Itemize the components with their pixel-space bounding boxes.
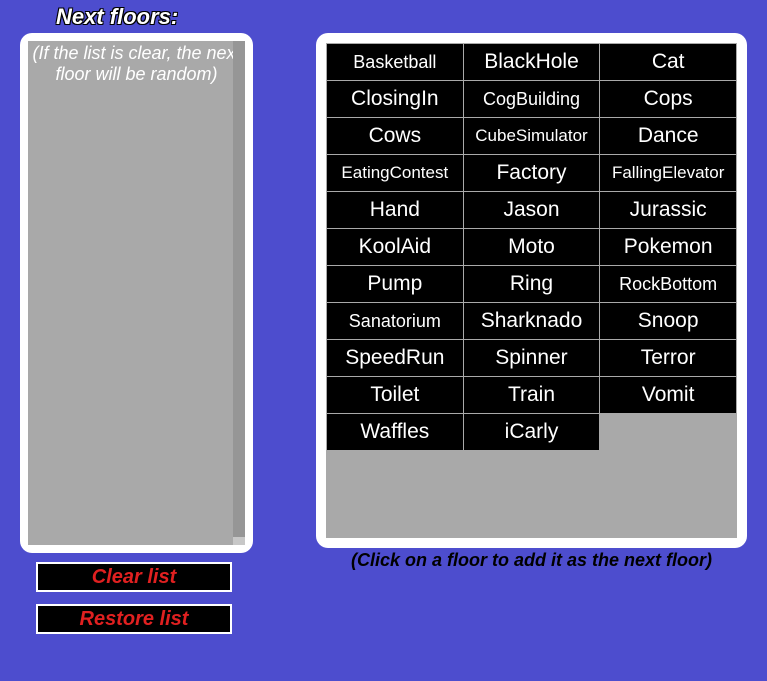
floor-cell[interactable]: ClosingIn [327,81,463,117]
floor-cell[interactable]: Dance [600,118,736,154]
floor-cell[interactable]: KoolAid [327,229,463,265]
floor-cell[interactable]: CogBuilding [464,81,600,117]
next-floors-list: (If the list is clear, the next floor wi… [28,41,245,545]
floor-cell[interactable]: BlackHole [464,44,600,80]
floor-cell[interactable]: Basketball [327,44,463,80]
floor-cell[interactable]: Factory [464,155,600,191]
floor-cell[interactable]: Moto [464,229,600,265]
page-title: Next floors: [56,4,178,30]
floor-cell[interactable]: Vomit [600,377,736,413]
floors-hint: (Click on a floor to add it as the next … [316,550,747,571]
restore-list-button[interactable]: Restore list [36,604,232,634]
floors-container: BasketballBlackHoleCat ClosingInCogBuildi… [326,43,737,538]
floor-cell[interactable]: Hand [327,192,463,228]
floor-cell[interactable]: iCarly [464,414,600,450]
clear-list-button[interactable]: Clear list [36,562,232,592]
floor-cell[interactable]: Pokemon [600,229,736,265]
floors-panel: BasketballBlackHoleCat ClosingInCogBuildi… [316,33,747,548]
next-floors-panel: (If the list is clear, the next floor wi… [20,33,253,553]
floors-grid: BasketballBlackHoleCat ClosingInCogBuildi… [326,43,737,451]
floor-cell[interactable]: CubeSimulator [464,118,600,154]
floor-cell[interactable]: Cows [327,118,463,154]
floor-cell[interactable]: Sharknado [464,303,600,339]
floor-cell[interactable]: Spinner [464,340,600,376]
floor-cell[interactable]: Pump [327,266,463,302]
floor-cell[interactable]: SpeedRun [327,340,463,376]
floor-cell[interactable]: Toilet [327,377,463,413]
floor-cell[interactable]: Terror [600,340,736,376]
floor-cell[interactable]: Ring [464,266,600,302]
floor-cell[interactable]: EatingContest [327,155,463,191]
floor-cell[interactable]: Cat [600,44,736,80]
floor-cell[interactable]: Jason [464,192,600,228]
floor-cell[interactable]: Sanatorium [327,303,463,339]
floor-cell[interactable]: Train [464,377,600,413]
floor-cell[interactable]: RockBottom [600,266,736,302]
list-buttons: Clear list Restore list [36,562,232,646]
empty-list-hint: (If the list is clear, the next floor wi… [28,41,245,84]
floor-cell[interactable]: Jurassic [600,192,736,228]
scrollbar-thumb[interactable] [233,41,245,537]
floor-cell[interactable]: FallingElevator [600,155,736,191]
floor-cell[interactable]: Snoop [600,303,736,339]
floor-cell[interactable]: Cops [600,81,736,117]
floor-cell[interactable]: Waffles [327,414,463,450]
